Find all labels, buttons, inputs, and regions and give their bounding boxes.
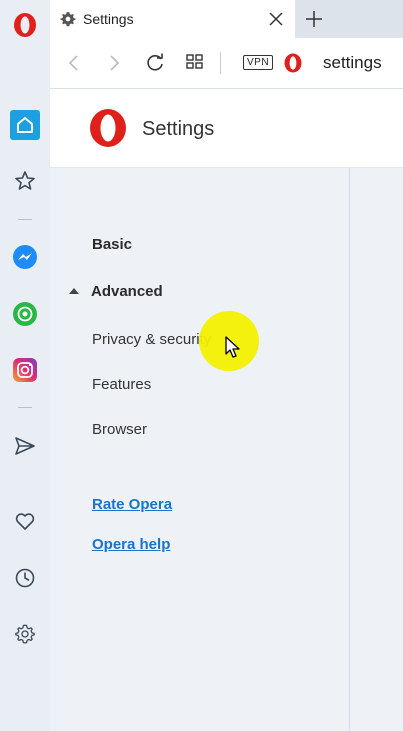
menu-item-features[interactable]: Features bbox=[92, 376, 151, 393]
menu-item-basic[interactable]: Basic bbox=[92, 236, 132, 253]
gear-icon bbox=[60, 11, 76, 32]
opera-logo-icon bbox=[283, 52, 303, 79]
heart-icon[interactable] bbox=[9, 505, 41, 537]
opera-logo-icon bbox=[88, 108, 128, 153]
sidebar-divider bbox=[18, 407, 32, 408]
menu-item-advanced[interactable]: Advanced bbox=[91, 283, 163, 300]
star-icon[interactable] bbox=[9, 165, 41, 197]
url-text[interactable]: settings bbox=[323, 53, 382, 73]
instagram-icon[interactable] bbox=[9, 354, 41, 386]
opera-logo-icon[interactable] bbox=[9, 9, 41, 41]
collapse-arrow-icon[interactable] bbox=[69, 288, 79, 294]
page-title: Settings bbox=[142, 118, 215, 140]
menu-item-privacy-security[interactable]: Privacy & security bbox=[92, 331, 211, 348]
close-icon[interactable] bbox=[268, 11, 284, 32]
rate-opera-link[interactable]: Rate Opera bbox=[92, 496, 172, 513]
back-icon[interactable] bbox=[66, 52, 82, 79]
tab-title: Settings bbox=[83, 11, 134, 27]
opera-help-link[interactable]: Opera help bbox=[92, 536, 170, 553]
address-separator bbox=[220, 52, 221, 74]
mouse-cursor-icon bbox=[225, 336, 241, 365]
opera-sidebar bbox=[0, 0, 51, 731]
settings-header: Settings bbox=[50, 89, 403, 168]
send-icon[interactable] bbox=[9, 430, 41, 462]
menu-item-browser[interactable]: Browser bbox=[92, 421, 147, 438]
settings-gear-icon[interactable] bbox=[9, 618, 41, 650]
vpn-badge[interactable]: VPN bbox=[243, 55, 274, 70]
sidebar-divider bbox=[18, 219, 32, 220]
tab-settings[interactable]: Settings bbox=[50, 0, 295, 38]
reload-icon[interactable] bbox=[144, 52, 166, 79]
history-icon[interactable] bbox=[9, 562, 41, 594]
whatsapp-icon[interactable] bbox=[9, 298, 41, 330]
messenger-icon[interactable] bbox=[9, 241, 41, 273]
settings-menu: Basic Advanced Privacy & security Featur… bbox=[50, 168, 349, 731]
tab-grid-icon[interactable] bbox=[185, 52, 205, 77]
forward-icon[interactable] bbox=[106, 52, 122, 79]
settings-content-pane bbox=[349, 168, 403, 731]
address-bar: VPN settings bbox=[50, 38, 403, 89]
home-icon[interactable] bbox=[9, 109, 41, 141]
new-tab-plus-icon[interactable] bbox=[304, 9, 324, 34]
tab-strip: Settings bbox=[50, 0, 403, 38]
